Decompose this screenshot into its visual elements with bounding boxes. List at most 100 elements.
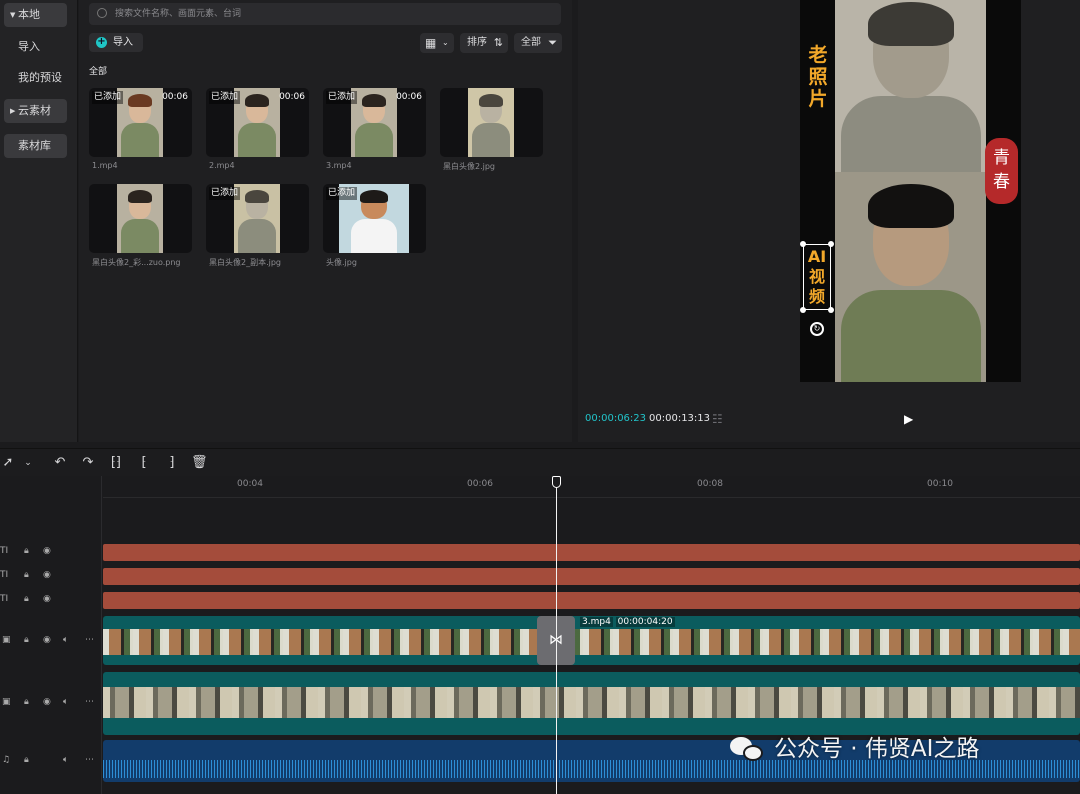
chevron-down-icon[interactable]: ⌄ — [20, 455, 36, 471]
child-photo-thumbnail — [234, 88, 280, 157]
media-thumbnail[interactable]: 已添加 00:06 — [206, 88, 309, 157]
lock-icon[interactable]: 🔒︎ — [24, 594, 29, 604]
bw-photo-thumbnail — [234, 184, 280, 253]
play-icon[interactable]: ▶ — [904, 412, 918, 426]
media-item[interactable]: 已添加 00:06 3.mp4 — [323, 88, 426, 170]
media-thumbnail[interactable] — [440, 88, 543, 157]
resize-handle[interactable] — [800, 241, 806, 247]
media-thumbnail[interactable]: 已添加 — [323, 184, 426, 253]
filter-label: 全部 — [521, 37, 541, 48]
sort-label: 排序 — [467, 37, 487, 48]
undo-icon[interactable]: ↶ — [52, 455, 68, 471]
select-cursor-icon[interactable]: ➚ — [0, 455, 16, 471]
import-label: 导入 — [113, 37, 133, 48]
clip-info-tag: 3.mp4 00:00:04:20 — [580, 617, 675, 627]
playhead[interactable] — [556, 476, 557, 794]
audio-track-icon: ♫ — [2, 755, 11, 765]
child-photo-thumbnail — [117, 88, 163, 157]
sidebar-item-label: 本地 — [18, 8, 40, 21]
added-badge: 已添加 — [92, 91, 124, 104]
clip-name: 3.mp4 — [580, 617, 613, 627]
volume-icon[interactable]: 🔈︎ — [63, 755, 68, 765]
media-item[interactable]: 已添加 00:06 2.mp4 — [206, 88, 309, 170]
media-item[interactable]: 黑白头像2_彩...zuo.png — [89, 184, 192, 268]
sidebar: ▼ 本地 导入 我的预设 ▶ 云素材 素材库 — [0, 0, 78, 442]
video-track-icon: ▣ — [2, 635, 11, 645]
more-icon[interactable]: ⋯ — [85, 697, 94, 707]
sidebar-item-local[interactable]: ▼ 本地 — [4, 3, 67, 27]
sidebar-item-presets[interactable]: 我的预设 — [4, 66, 67, 90]
volume-icon[interactable]: 🔈︎ — [63, 635, 68, 645]
video-clip[interactable] — [103, 672, 1080, 735]
file-name: 黑白头像2.jpg — [443, 162, 496, 171]
media-thumbnail[interactable] — [89, 184, 192, 253]
added-badge: 已添加 — [326, 91, 358, 104]
lock-icon[interactable]: 🔒︎ — [24, 570, 29, 580]
time-ruler[interactable]: 00:04 00:06 00:08 00:10 — [103, 476, 1080, 498]
import-button[interactable]: + 导入 — [89, 33, 143, 52]
eye-icon[interactable]: ◉ — [43, 570, 51, 580]
track-header-text: TI 🔒︎ ◉ — [0, 567, 102, 587]
trim-right-icon[interactable]: ⁆ — [164, 455, 180, 471]
old-photo — [835, 0, 986, 176]
lock-icon[interactable]: 🔒︎ — [24, 546, 29, 556]
sidebar-item-import[interactable]: 导入 — [4, 35, 67, 59]
search-icon — [97, 8, 107, 18]
lock-icon[interactable]: 🔒︎ — [24, 755, 29, 765]
frame-grid-icon[interactable]: ☷ — [712, 413, 732, 426]
child-photo-thumbnail — [117, 184, 163, 253]
text-track-icon: TI — [0, 570, 9, 580]
playhead-handle[interactable] — [552, 476, 561, 488]
ruler-label: 00:08 — [697, 479, 723, 489]
text-clip[interactable] — [103, 544, 1080, 561]
media-item[interactable]: 已添加 黑白头像2_副本.jpg — [206, 184, 309, 268]
track-headers: TI 🔒︎ ◉ TI 🔒︎ ◉ TI 🔒︎ ◉ ▣ 🔒︎ ◉ 🔈︎ ⋯ ▣ 🔒︎… — [0, 476, 102, 794]
text-track-icon: TI — [0, 546, 9, 556]
redo-icon[interactable]: ↷ — [80, 455, 96, 471]
added-badge: 已添加 — [209, 91, 241, 104]
media-thumbnail[interactable]: 已添加 00:06 — [89, 88, 192, 157]
more-icon[interactable]: ⋯ — [85, 635, 94, 645]
eye-icon[interactable]: ◉ — [43, 594, 51, 604]
lock-icon[interactable]: 🔒︎ — [24, 697, 29, 707]
wechat-icon — [730, 736, 766, 763]
media-item[interactable]: 黑白头像2.jpg — [440, 88, 543, 172]
sort-button[interactable]: 排序 ⇅ — [460, 33, 508, 53]
sidebar-item-cloud[interactable]: ▶ 云素材 — [4, 99, 67, 123]
ruler-label: 00:06 — [467, 479, 493, 489]
total-time: 00:00:13:13 — [649, 413, 711, 424]
sidebar-item-library[interactable]: 素材库 — [4, 134, 67, 158]
ai-video-text-overlay[interactable]: AI视频 — [803, 244, 831, 310]
more-icon[interactable]: ⋯ — [85, 755, 94, 765]
title-text-overlay[interactable]: 老照片 — [806, 44, 830, 110]
text-clip[interactable] — [103, 568, 1080, 585]
sidebar-item-label: 我的预设 — [18, 71, 62, 84]
resize-handle[interactable] — [828, 307, 834, 313]
eye-icon[interactable]: ◉ — [43, 635, 51, 645]
watermark: 公众号 · 伟贤AI之路 — [730, 731, 979, 767]
track-header-audio: ♫ 🔒︎ 🔈︎ ⋯ — [0, 752, 102, 772]
media-item[interactable]: 已添加 00:06 1.mp4 — [89, 88, 192, 170]
trim-left-icon[interactable]: ⁅ — [136, 455, 152, 471]
file-name: 黑白头像2_彩...zuo.png — [92, 258, 181, 267]
seal-stamp[interactable]: 青春 — [985, 138, 1018, 204]
filter-button[interactable]: 全部 ⏷ — [514, 33, 562, 53]
preview-canvas[interactable]: 老照片 青春 AI视频 ↻ — [800, 0, 1021, 382]
added-badge: 已添加 — [326, 187, 358, 200]
search-bar[interactable] — [89, 3, 561, 25]
rotate-icon[interactable]: ↻ — [810, 322, 824, 336]
view-mode-button[interactable]: ▦ ⌄ — [420, 33, 454, 53]
media-item[interactable]: 已添加 头像.jpg — [323, 184, 426, 268]
search-input[interactable] — [115, 6, 545, 22]
resize-handle[interactable] — [828, 241, 834, 247]
text-clip[interactable] — [103, 592, 1080, 609]
delete-icon[interactable]: 🗑 — [191, 455, 208, 471]
split-icon[interactable]: ⁅⁆ — [108, 455, 124, 471]
eye-icon[interactable]: ◉ — [43, 697, 51, 707]
lock-icon[interactable]: 🔒︎ — [24, 635, 29, 645]
volume-icon[interactable]: 🔈︎ — [63, 697, 68, 707]
media-thumbnail[interactable]: 已添加 — [206, 184, 309, 253]
eye-icon[interactable]: ◉ — [43, 546, 51, 556]
media-thumbnail[interactable]: 已添加 00:06 — [323, 88, 426, 157]
resize-handle[interactable] — [800, 307, 806, 313]
